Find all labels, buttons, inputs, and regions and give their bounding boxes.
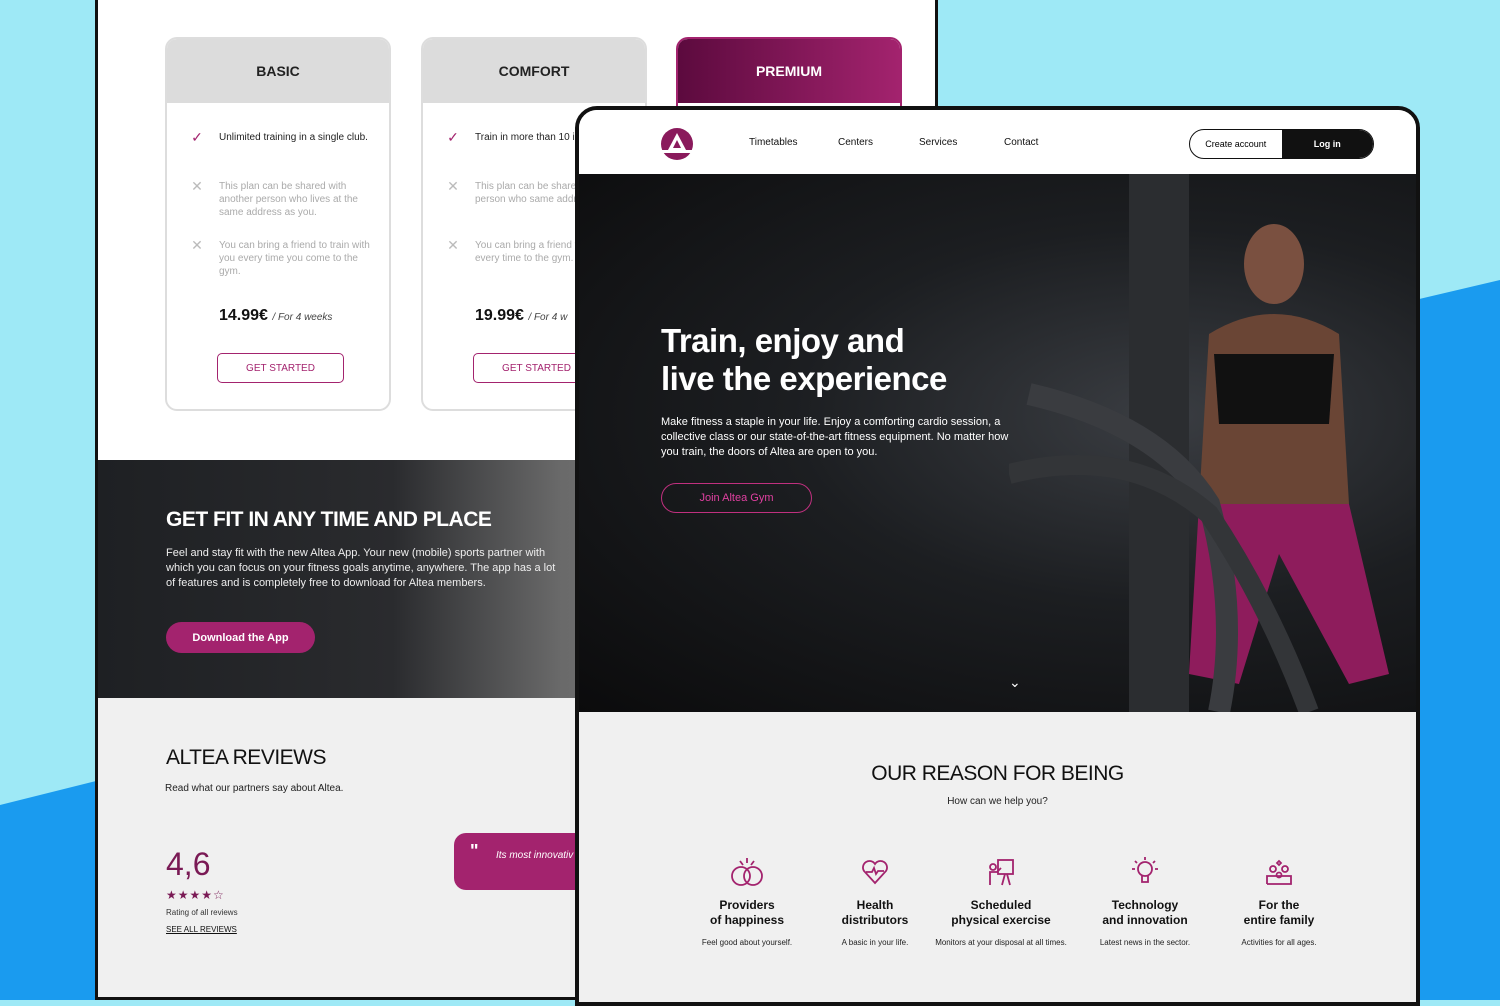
rating-label: Rating of all reviews (166, 908, 238, 917)
happy-faces-icon (677, 854, 817, 890)
create-account-button[interactable]: Create account (1190, 130, 1282, 158)
banner-text: Feel and stay fit with the new Altea App… (166, 547, 556, 589)
reason-desc: Feel good about yourself. (701, 938, 793, 947)
rating-score: 4,6 (166, 846, 211, 882)
plan-name: PREMIUM (678, 39, 900, 103)
account-buttons: Create account Log in (1189, 129, 1374, 159)
hero-section: Train, enjoy and live the experience Make… (579, 174, 1416, 712)
heartbeat-icon (805, 854, 945, 890)
reason-subtitle: How can we help you? (947, 796, 1048, 807)
reason-item: Scheduled physical exercise Monitors at y… (931, 854, 1071, 948)
join-gym-button[interactable]: Join Altea Gym (661, 483, 812, 513)
lightbulb-icon (1075, 854, 1215, 890)
feature-text: Unlimited training in a single club. (219, 132, 368, 143)
reason-item: Health distributors A basic in your life. (805, 854, 945, 948)
feature-text: This plan can be shared with another per… (219, 181, 358, 218)
reason-section: OUR REASON FOR BEING How can we help you… (579, 712, 1416, 1002)
nav-centers[interactable]: Centers (838, 137, 873, 148)
reason-item: For the entire family Activities for all … (1209, 854, 1349, 948)
navbar: Timetables Centers Services Contact Crea… (579, 110, 1416, 174)
star-rating-icon: ★★★★☆ (166, 888, 225, 902)
athlete-battle-ropes-image (1009, 174, 1389, 712)
nav-contact[interactable]: Contact (1004, 137, 1038, 148)
front-page-mockup: Timetables Centers Services Contact Crea… (575, 106, 1420, 1006)
reviews-title: ALTEA REVIEWS (166, 746, 327, 769)
check-icon: ✓ (447, 129, 459, 145)
reason-desc: Latest news in the sector. (1099, 938, 1191, 947)
download-app-button[interactable]: Download the App (166, 622, 315, 653)
get-started-button[interactable]: GET STARTED (217, 353, 344, 383)
hero-text: Make fitness a staple in your life. Enjo… (661, 416, 1009, 458)
price: 14.99€ / For 4 weeks (219, 307, 333, 324)
feature: ✕ This plan can be shared with another pe… (189, 178, 374, 219)
plan-name: BASIC (167, 39, 389, 103)
hero-title: Train, enjoy and live the experience (661, 322, 947, 397)
reason-desc: Monitors at your disposal at all times. (935, 938, 1067, 947)
family-icon (1209, 854, 1349, 890)
altea-logo[interactable] (661, 128, 693, 160)
reason-item: Technology and innovation Latest news in … (1075, 854, 1215, 948)
nav-timetables[interactable]: Timetables (749, 137, 798, 148)
reason-item: Providers of happiness Feel good about yo… (677, 854, 817, 948)
pricing-card-basic: BASIC ✓ Unlimited training in a single cl… (165, 37, 391, 411)
chevron-down-icon[interactable]: ⌄ (1009, 674, 1021, 691)
feature: ✕ You can bring a friend to train with yo… (189, 237, 374, 278)
reviews-subtitle: Read what our partners say about Altea. (165, 783, 344, 794)
feature: ✓ Unlimited training in a single club. (189, 129, 374, 145)
x-icon: ✕ (191, 178, 203, 194)
x-icon: ✕ (447, 178, 459, 194)
check-icon: ✓ (191, 129, 203, 145)
presentation-icon (931, 854, 1071, 890)
x-icon: ✕ (447, 237, 459, 253)
reason-desc: Activities for all ages. (1241, 938, 1317, 947)
plan-name: COMFORT (423, 39, 645, 103)
login-button[interactable]: Log in (1281, 130, 1373, 158)
reason-desc: A basic in your life. (841, 938, 909, 947)
banner-title: GET FIT IN ANY TIME AND PLACE (166, 508, 492, 531)
quote-icon: " (470, 841, 479, 861)
x-icon: ✕ (191, 237, 203, 253)
reason-title: OUR REASON FOR BEING (871, 762, 1124, 785)
feature-text: You can bring a friend to train with you… (219, 240, 370, 277)
see-all-reviews-link[interactable]: SEE ALL REVIEWS (166, 925, 237, 934)
nav-services[interactable]: Services (919, 137, 957, 148)
price: 19.99€ / For 4 w (475, 307, 568, 324)
